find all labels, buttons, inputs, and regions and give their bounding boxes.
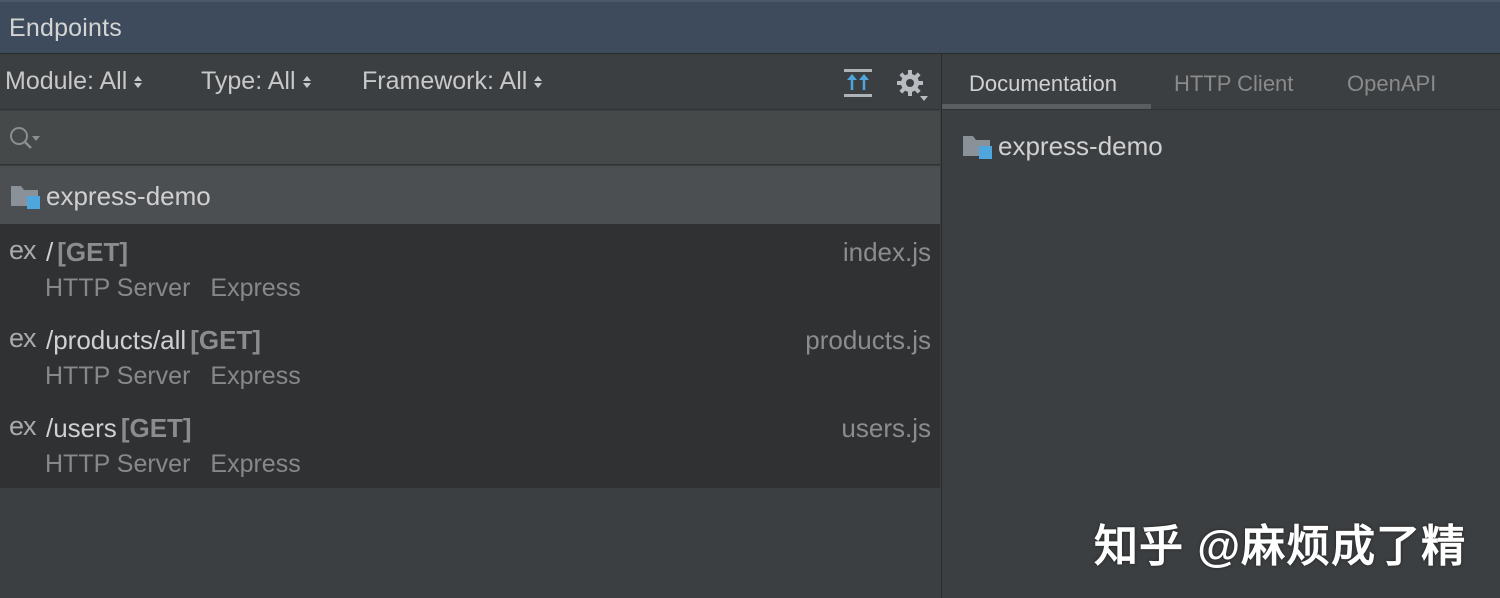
endpoint-path: / [GET]	[46, 237, 128, 268]
tab-documentation[interactable]: Documentation	[969, 71, 1117, 97]
endpoint-path: /products/all [GET]	[46, 325, 261, 356]
module-folder-icon	[11, 186, 40, 209]
express-badge-icon: ex	[9, 323, 37, 353]
documentation-title: express-demo	[998, 131, 1163, 161]
endpoint-meta: HTTP Server Express	[45, 274, 301, 303]
express-badge-icon: ex	[9, 411, 37, 441]
endpoint-framework: Express	[210, 450, 301, 478]
framework-filter[interactable]: Framework: All	[362, 67, 543, 96]
module-folder-icon	[963, 136, 992, 159]
search-bar	[0, 111, 940, 165]
updown-arrows-icon	[302, 75, 311, 88]
endpoints-list-pane: Module: All Type: All Framework: All exp…	[0, 54, 940, 598]
endpoint-framework: Express	[210, 274, 301, 302]
type-filter[interactable]: Type: All	[201, 67, 311, 96]
type-filter-label: Type: All	[201, 67, 296, 95]
tab-openapi[interactable]: OpenAPI	[1347, 71, 1436, 97]
module-filter[interactable]: Module: All	[5, 67, 143, 96]
endpoint-type: HTTP Server	[45, 450, 191, 478]
endpoint-framework: Express	[210, 362, 301, 390]
group-header-express-demo[interactable]: express-demo	[0, 166, 940, 224]
watermark: 知乎 @麻烦成了精	[1094, 522, 1467, 571]
endpoint-list: ex / [GET] index.js HTTP Server Express ex…	[0, 224, 940, 488]
expand-all-icon[interactable]	[843, 68, 873, 98]
gear-icon[interactable]	[895, 67, 931, 103]
framework-filter-label: Framework: All	[362, 67, 528, 95]
filter-toolbar: Module: All Type: All Framework: All	[0, 54, 940, 110]
endpoint-type: HTTP Server	[45, 362, 191, 390]
title-bar: Endpoints	[0, 0, 1500, 54]
endpoint-method: [GET]	[57, 237, 128, 267]
express-badge-icon: ex	[9, 235, 37, 265]
updown-arrows-icon	[134, 75, 143, 88]
window-title: Endpoints	[9, 14, 122, 42]
endpoint-row[interactable]: ex /users [GET] users.js HTTP Server Expre…	[0, 400, 940, 488]
endpoint-meta: HTTP Server Express	[45, 362, 301, 391]
search-input[interactable]	[46, 119, 926, 157]
endpoint-type: HTTP Server	[45, 274, 191, 302]
endpoint-row[interactable]: ex /products/all [GET] products.js HTTP S…	[0, 312, 940, 400]
endpoint-meta: HTTP Server Express	[45, 450, 301, 479]
endpoint-file: products.js	[805, 325, 931, 355]
group-name: express-demo	[46, 181, 211, 211]
endpoint-path-text: /	[46, 237, 54, 267]
endpoint-path: /users [GET]	[46, 413, 192, 444]
updown-arrows-icon	[534, 75, 543, 88]
endpoint-method: [GET]	[120, 413, 192, 443]
endpoint-row[interactable]: ex / [GET] index.js HTTP Server Express	[0, 224, 940, 312]
tab-http-client[interactable]: HTTP Client	[1174, 71, 1293, 97]
module-filter-label: Module: All	[5, 67, 128, 95]
endpoint-method: [GET]	[190, 325, 261, 355]
documentation-header: express-demo	[962, 131, 1163, 165]
endpoint-path-text: /users	[46, 413, 117, 443]
endpoint-file: users.js	[841, 413, 931, 443]
details-tabs: Documentation HTTP Client OpenAPI	[942, 54, 1500, 110]
endpoint-path-text: /products/all	[46, 325, 187, 355]
active-tab-indicator	[942, 104, 1151, 109]
endpoint-file: index.js	[842, 237, 931, 267]
search-icon[interactable]	[8, 125, 42, 151]
